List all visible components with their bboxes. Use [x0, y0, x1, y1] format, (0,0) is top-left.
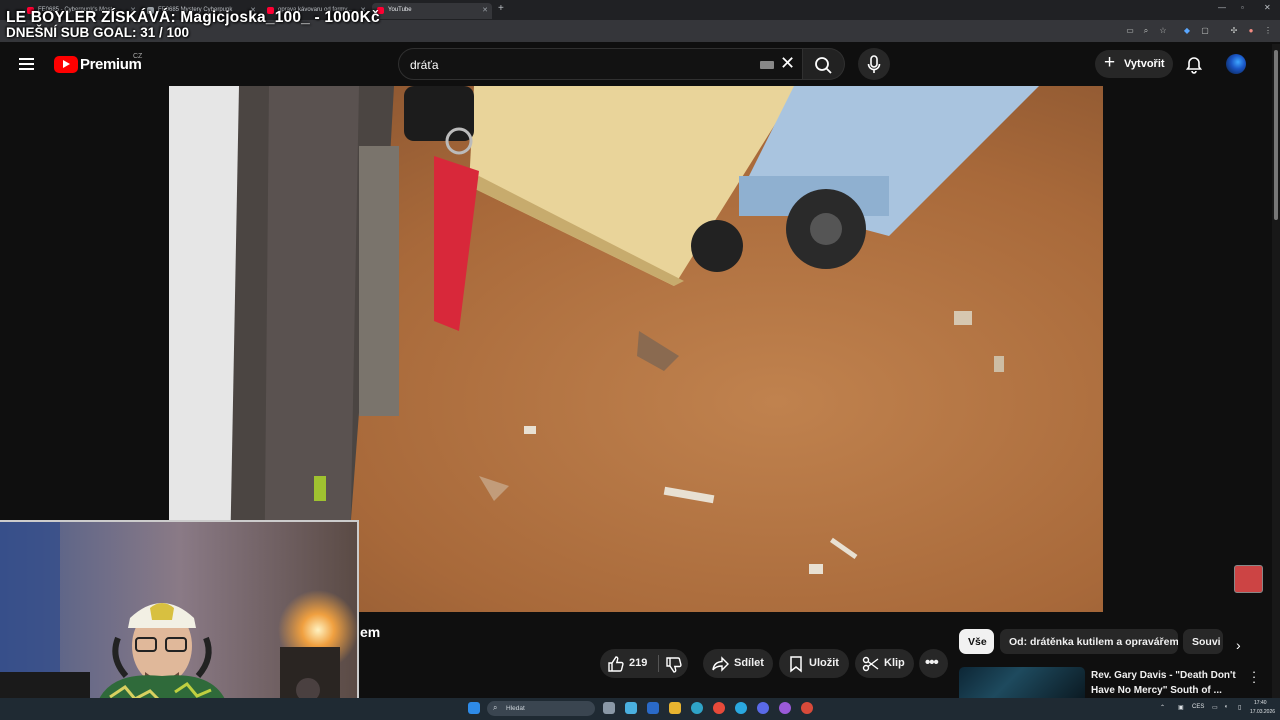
close-window-button[interactable]: ✕: [1264, 3, 1271, 12]
bookmark-star-icon[interactable]: ☆: [1157, 26, 1169, 36]
edge-browser-icon[interactable]: [691, 702, 703, 714]
new-tab-button[interactable]: +: [498, 3, 504, 14]
like-icon[interactable]: [606, 654, 626, 674]
save-label: Uložit: [809, 657, 839, 669]
clip-label: Klip: [884, 657, 905, 669]
chevron-right-icon[interactable]: ›: [1236, 637, 1241, 653]
like-divider: [658, 655, 659, 672]
recommendation-title[interactable]: Rev. Gary Davis - "Death Don't Have No M…: [1091, 668, 1239, 698]
volume-icon[interactable]: ◖: [1224, 704, 1228, 710]
tray-overflow-icon[interactable]: ⌃: [1160, 704, 1165, 711]
plus-icon: +: [1104, 52, 1116, 73]
browser-tab-label: YouTube: [388, 7, 412, 13]
youtube-logo-icon[interactable]: [54, 56, 78, 73]
more-actions-button[interactable]: •••: [919, 649, 948, 678]
extension-icon[interactable]: ▢: [1199, 26, 1211, 36]
chip-all[interactable]: Vše: [959, 629, 994, 654]
chrome-browser-icon[interactable]: [713, 702, 725, 714]
zoom-icon[interactable]: ⌕: [1140, 26, 1152, 36]
video-title: em: [360, 624, 381, 640]
maximize-button[interactable]: ▫: [1241, 3, 1244, 12]
browser-menu-icon[interactable]: ⋮: [1262, 26, 1274, 36]
floating-channel-icon[interactable]: [1234, 565, 1263, 593]
country-code: CZ: [133, 53, 143, 60]
widgets-icon[interactable]: [625, 702, 637, 714]
file-explorer-icon[interactable]: [669, 702, 681, 714]
task-view-icon[interactable]: [603, 702, 615, 714]
share-button[interactable]: Sdílet: [703, 649, 773, 678]
install-app-icon[interactable]: ▭: [1124, 26, 1136, 36]
app-icon[interactable]: [779, 702, 791, 714]
share-icon: [712, 656, 729, 672]
notifications-bell-icon[interactable]: [1184, 55, 1204, 75]
extension-icon[interactable]: ◆: [1181, 26, 1193, 36]
app-icon[interactable]: [647, 702, 659, 714]
search-icon: [815, 57, 832, 74]
microphone-icon: [867, 55, 881, 73]
taskbar-search-placeholder: Hledat: [506, 705, 525, 712]
network-icon[interactable]: ▭: [1212, 704, 1218, 711]
browser-tab-active[interactable]: YouTube ✕: [372, 3, 492, 19]
voice-search-button[interactable]: [858, 48, 890, 80]
scissors-icon: [862, 656, 879, 672]
like-dislike-group: 219: [600, 649, 688, 678]
taskbar-search-box[interactable]: ⌕ Hledat: [487, 701, 595, 716]
stream-sub-goal-overlay: DNEŠNÍ SUB GOAL: 31 / 100: [6, 25, 190, 40]
more-vertical-icon[interactable]: · · ·: [1251, 665, 1257, 688]
like-count[interactable]: 219: [629, 657, 647, 669]
streamer-webcam: [0, 520, 359, 708]
bookmark-icon: [790, 656, 802, 673]
minimize-button[interactable]: —: [1218, 3, 1226, 12]
keyboard-icon[interactable]: [760, 61, 774, 69]
battery-icon[interactable]: ▯: [1238, 704, 1241, 711]
recommendation-thumbnail[interactable]: [959, 667, 1085, 702]
search-button[interactable]: [803, 48, 845, 80]
search-input[interactable]: [398, 48, 803, 80]
create-button[interactable]: + Vytvořit: [1095, 50, 1173, 78]
clock-date[interactable]: 17.03.2026: [1250, 709, 1275, 715]
search-icon: ⌕: [493, 703, 498, 712]
search-query[interactable]: dráťa: [410, 58, 439, 72]
telegram-icon[interactable]: [735, 702, 747, 714]
extensions-puzzle-icon[interactable]: ✣: [1228, 26, 1240, 36]
clip-button[interactable]: Klip: [855, 649, 914, 678]
clear-search-icon[interactable]: ✕: [780, 54, 795, 72]
tray-icon[interactable]: ▣: [1178, 704, 1184, 711]
create-label: Vytvořit: [1124, 58, 1165, 70]
dislike-icon[interactable]: [664, 655, 684, 675]
os-taskbar: [0, 698, 1280, 720]
discord-icon[interactable]: [757, 702, 769, 714]
scrollbar-thumb[interactable]: [1274, 50, 1278, 220]
chip-from-channel[interactable]: Od: drátěnka kutilem a opravářem: [1000, 629, 1178, 654]
account-avatar[interactable]: [1226, 54, 1246, 74]
menu-hamburger-icon[interactable]: [19, 58, 35, 70]
clock-time[interactable]: 17:40: [1254, 700, 1267, 706]
windows-start-icon[interactable]: [468, 702, 480, 714]
keyboard-language[interactable]: CES: [1192, 704, 1204, 710]
save-button[interactable]: Uložit: [779, 649, 849, 678]
profile-icon[interactable]: ●: [1245, 26, 1257, 36]
chip-related[interactable]: Souvi: [1183, 629, 1223, 654]
webcam-feed: [0, 522, 357, 708]
close-tab-icon[interactable]: ✕: [482, 6, 488, 14]
app-icon[interactable]: [801, 702, 813, 714]
share-label: Sdílet: [734, 657, 764, 669]
more-horizontal-icon: •••: [925, 654, 939, 671]
